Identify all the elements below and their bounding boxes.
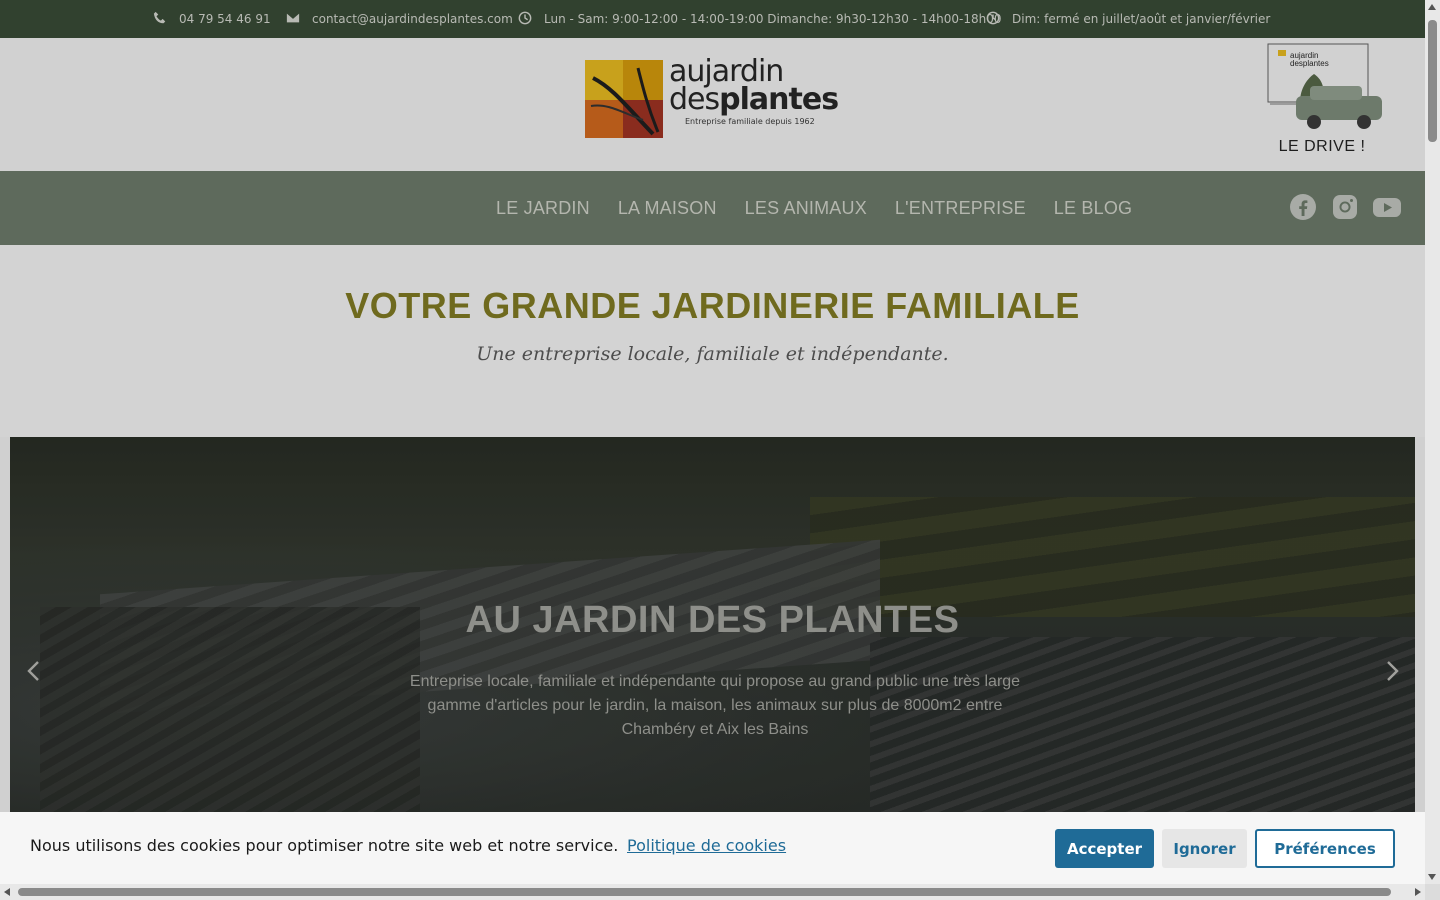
cookie-message: Nous utilisons des cookies pour optimise… <box>30 836 619 855</box>
slider-next-button[interactable] <box>1382 659 1402 683</box>
intro-section: VOTRE GRANDE JARDINERIE FAMILIALE Une en… <box>0 245 1425 437</box>
page-subtitle: Une entreprise locale, familiale et indé… <box>476 343 949 365</box>
nav-item-le-blog[interactable]: LE BLOG <box>1040 198 1146 219</box>
hours-text: Lun - Sam: 9:00-12:00 - 14:00-19:00 Dima… <box>544 12 1002 26</box>
vertical-scrollbar[interactable] <box>1425 0 1440 884</box>
accept-button[interactable]: Accepter <box>1055 829 1154 868</box>
slide-description: Entreprise locale, familiale et indépend… <box>409 673 1021 738</box>
phone-contact[interactable]: 04 79 54 46 91 <box>153 0 271 38</box>
email-contact[interactable]: contact@aujardindesplantes.com <box>286 0 513 38</box>
logo-line-2: desplantes <box>669 82 839 117</box>
scroll-right-icon[interactable] <box>1415 888 1421 896</box>
drive-label[interactable]: LE DRIVE ! <box>1266 138 1378 156</box>
closure-info: Dim: fermé en juillet/août et janvier/fé… <box>986 0 1270 38</box>
cookie-policy-link[interactable]: Politique de cookies <box>627 836 786 855</box>
nav-item-l-entreprise[interactable]: L'ENTREPRISE <box>881 198 1040 219</box>
opening-hours: Lun - Sam: 9:00-12:00 - 14:00-19:00 Dima… <box>518 0 1002 38</box>
drive-car-illustration: aujardin desplantes <box>1267 43 1382 129</box>
horizontal-scroll-thumb[interactable] <box>18 888 1391 896</box>
scroll-up-icon[interactable] <box>1428 4 1436 10</box>
envelope-icon <box>286 11 300 28</box>
clock-icon <box>986 11 1000 28</box>
scrollbar-corner <box>1425 884 1440 900</box>
logo-mark-icon <box>585 60 663 138</box>
nav-item-la-maison[interactable]: LA MAISON <box>604 198 731 219</box>
facebook-icon[interactable] <box>1289 193 1317 221</box>
phone-icon <box>153 11 167 28</box>
email-address[interactable]: contact@aujardindesplantes.com <box>312 12 513 26</box>
ignore-button[interactable]: Ignorer <box>1162 829 1247 868</box>
hero-slider: AU JARDIN DES PLANTES Entreprise locale,… <box>10 437 1415 827</box>
slider-prev-button[interactable] <box>24 659 44 683</box>
page-title: VOTRE GRANDE JARDINERIE FAMILIALE <box>345 285 1080 326</box>
drive-link[interactable]: aujardin desplantes LE DRIVE ! <box>1266 42 1386 162</box>
chevron-left-icon <box>27 661 39 681</box>
cookie-banner: Nous utilisons des cookies pour optimise… <box>0 812 1425 884</box>
preferences-button[interactable]: Préférences <box>1255 829 1395 868</box>
youtube-icon[interactable] <box>1373 193 1401 221</box>
closure-text: Dim: fermé en juillet/août et janvier/fé… <box>1012 12 1271 26</box>
clock-icon <box>518 11 532 28</box>
slide-title: AU JARDIN DES PLANTES <box>465 599 960 641</box>
main-nav: LE JARDIN LA MAISON LES ANIMAUX L'ENTREP… <box>0 171 1425 245</box>
vertical-scroll-thumb[interactable] <box>1428 20 1437 142</box>
nav-item-le-jardin[interactable]: LE JARDIN <box>482 198 604 219</box>
phone-number[interactable]: 04 79 54 46 91 <box>179 12 271 26</box>
chevron-right-icon <box>1387 661 1399 681</box>
horizontal-scrollbar[interactable] <box>0 884 1425 900</box>
instagram-icon[interactable] <box>1331 193 1359 221</box>
nav-menu: LE JARDIN LA MAISON LES ANIMAUX L'ENTREP… <box>482 171 1146 245</box>
nav-item-les-animaux[interactable]: LES ANIMAUX <box>731 198 881 219</box>
social-links <box>1289 193 1401 221</box>
scroll-down-icon[interactable] <box>1428 874 1436 880</box>
scroll-left-icon[interactable] <box>4 888 10 896</box>
top-info-bar: 04 79 54 46 91 contact@aujardindesplante… <box>0 0 1425 38</box>
logo-tagline: Entreprise familiale depuis 1962 <box>685 117 815 126</box>
site-header: aujardin desplantes Entreprise familiale… <box>0 38 1425 171</box>
svg-text:desplantes: desplantes <box>1290 59 1329 68</box>
site-logo[interactable]: aujardin desplantes Entreprise familiale… <box>583 57 843 140</box>
